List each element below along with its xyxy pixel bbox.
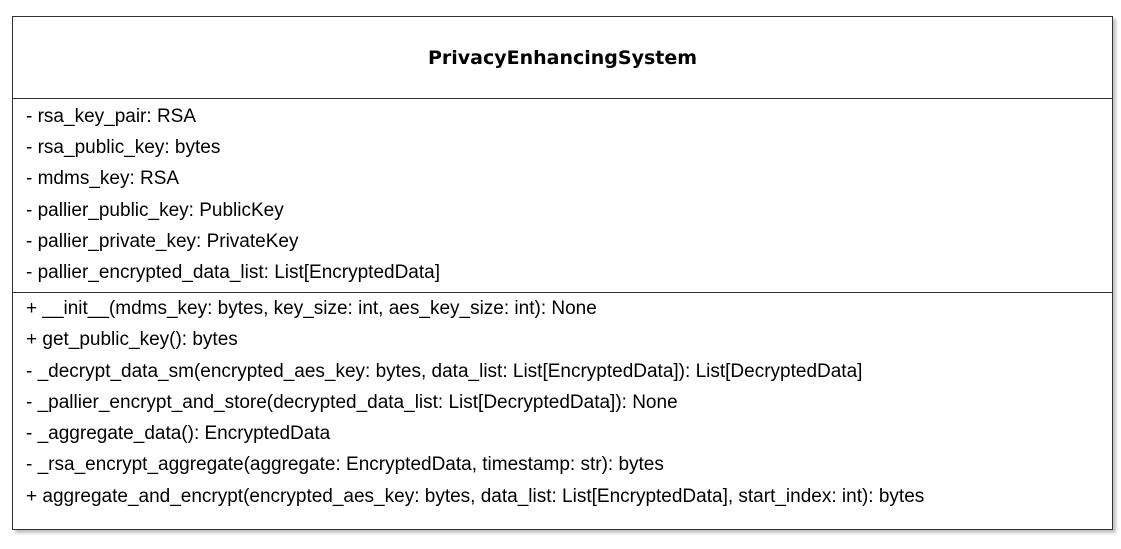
class-name: PrivacyEnhancingSystem xyxy=(427,46,698,69)
class-header: PrivacyEnhancingSystem xyxy=(13,17,1112,99)
attribute-item: - rsa_key_pair: RSA xyxy=(26,106,197,127)
attribute-item: - rsa_public_key: bytes xyxy=(26,137,221,159)
operation-item: - _pallier_encrypt_and_store(decrypted_d… xyxy=(26,391,678,413)
operation-item: + get_public_key(): bytes xyxy=(26,329,238,351)
operation-item: + __init__(mdms_key: bytes, key_size: in… xyxy=(26,298,597,319)
attribute-item: - mdms_key: RSA xyxy=(26,168,180,190)
attributes-compartment: - rsa_key_pair: RSA - rsa_public_key: by… xyxy=(13,99,1112,293)
operations-compartment: + __init__(mdms_key: bytes, key_size: in… xyxy=(13,293,1112,512)
uml-class-box: PrivacyEnhancingSystem - rsa_key_pair: R… xyxy=(12,16,1113,530)
operation-item: + aggregate_and_encrypt(encrypted_aes_ke… xyxy=(26,485,925,507)
attribute-item: - pallier_private_key: PrivateKey xyxy=(26,230,299,252)
operation-item: - _aggregate_data(): EncryptedData xyxy=(26,423,331,445)
operation-item: - _decrypt_data_sm(encrypted_aes_key: by… xyxy=(26,360,863,382)
attribute-item: - pallier_encrypted_data_list: List[Encr… xyxy=(26,261,441,283)
operation-item: - _rsa_encrypt_aggregate(aggregate: Encr… xyxy=(26,454,664,476)
attribute-item: - pallier_public_key: PublicKey xyxy=(26,199,284,221)
